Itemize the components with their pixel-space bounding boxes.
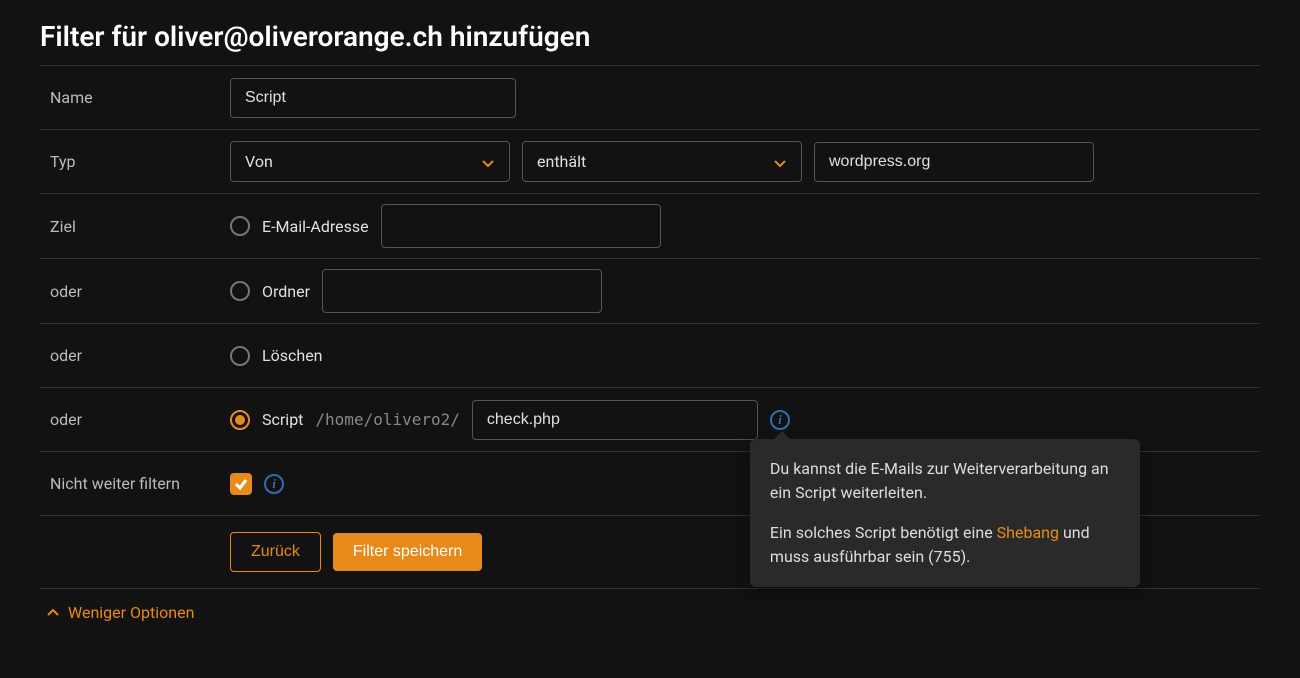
script-path-prefix: /home/olivero2/ — [315, 410, 460, 429]
radio-email-label: E-Mail-Adresse — [262, 217, 369, 236]
shebang-link[interactable]: Shebang — [997, 523, 1059, 542]
row-target-script: oder Script /home/olivero2/ i Du kannst … — [40, 388, 1260, 452]
less-options-toggle[interactable]: Weniger Optionen — [40, 603, 194, 622]
filter-form: Name Typ Von enthält Ziel E-Mail-Adresse — [40, 65, 1260, 589]
row-name: Name — [40, 66, 1260, 130]
radio-folder[interactable] — [230, 281, 250, 301]
label-type: Typ — [40, 152, 230, 171]
label-name: Name — [40, 88, 230, 107]
label-target: Ziel — [40, 217, 230, 236]
chevron-down-icon — [773, 155, 787, 169]
type-from-select[interactable]: Von — [230, 141, 510, 182]
tooltip-p1: Du kannst die E-Mails zur Weiterverarbei… — [770, 457, 1120, 505]
radio-email[interactable] — [230, 216, 250, 236]
radio-delete-label: Löschen — [262, 346, 323, 365]
tooltip-p2-a: Ein solches Script benötigt eine — [770, 523, 997, 542]
less-options-label: Weniger Optionen — [68, 603, 194, 622]
script-tooltip: Du kannst die E-Mails zur Weiterverarbei… — [750, 439, 1140, 587]
radio-script[interactable] — [230, 410, 250, 430]
no-further-checkbox[interactable] — [230, 473, 252, 495]
type-value-input[interactable] — [814, 142, 1094, 182]
radio-delete[interactable] — [230, 346, 250, 366]
info-icon[interactable]: i — [770, 410, 790, 430]
row-target-email: Ziel E-Mail-Adresse — [40, 194, 1260, 259]
radio-folder-label: Ordner — [262, 282, 310, 301]
save-button[interactable]: Filter speichern — [333, 533, 482, 571]
chevron-down-icon — [481, 155, 495, 169]
row-target-delete: oder Löschen — [40, 324, 1260, 388]
type-match-value: enthält — [537, 152, 586, 171]
row-type: Typ Von enthält — [40, 130, 1260, 194]
folder-input[interactable] — [322, 269, 602, 313]
radio-script-label: Script — [262, 410, 303, 429]
email-input[interactable] — [381, 204, 661, 248]
label-or1: oder — [40, 282, 230, 301]
name-input[interactable] — [230, 78, 516, 118]
type-from-value: Von — [245, 152, 273, 171]
back-button[interactable]: Zurück — [230, 532, 321, 572]
label-no-further: Nicht weiter filtern — [40, 474, 230, 493]
script-input[interactable] — [472, 400, 758, 440]
label-or2: oder — [40, 346, 230, 365]
type-match-select[interactable]: enthält — [522, 141, 802, 182]
row-target-folder: oder Ordner — [40, 259, 1260, 324]
tooltip-p2: Ein solches Script benötigt eine Shebang… — [770, 521, 1120, 569]
info-icon[interactable]: i — [264, 474, 284, 494]
chevron-up-icon — [46, 606, 60, 620]
label-or3: oder — [40, 410, 230, 429]
page-title: Filter für oliver@oliverorange.ch hinzuf… — [40, 20, 1260, 53]
